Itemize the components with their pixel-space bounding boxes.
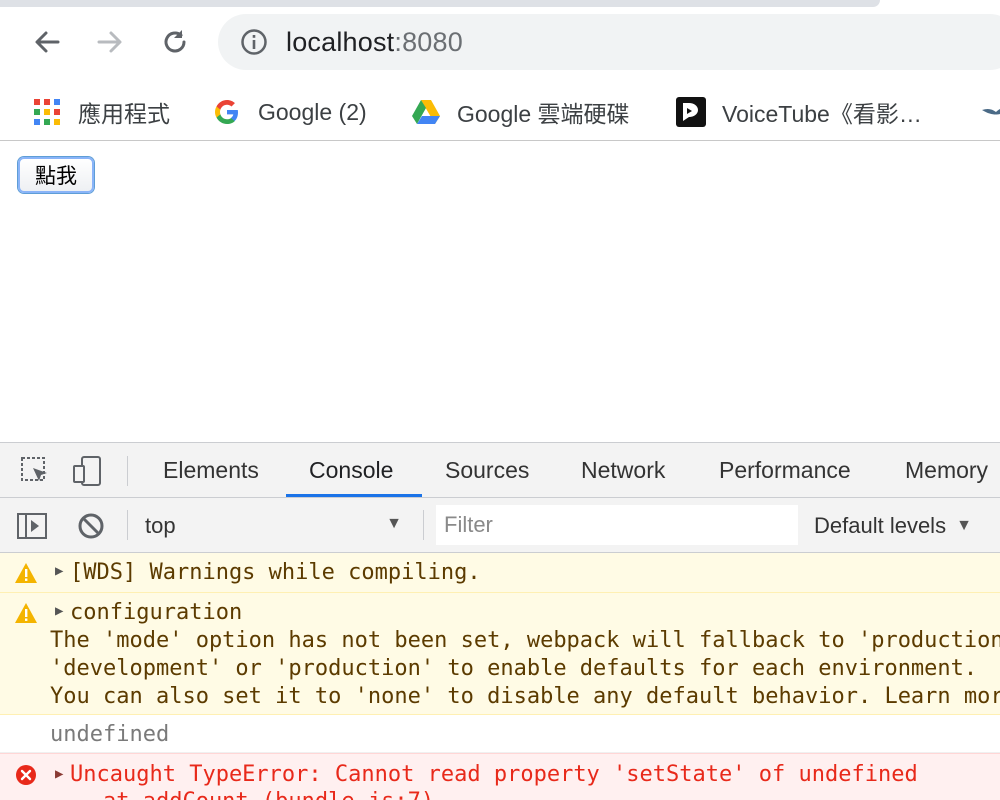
console-result: undefined [0, 715, 1000, 753]
toolbar-divider [423, 510, 424, 540]
dropdown-arrow-icon: ▼ [386, 515, 402, 532]
apps-grid-icon [32, 97, 62, 127]
expand-arrow-icon[interactable]: ▶ [55, 563, 63, 579]
warning-detail-line: The 'mode' option has not been set, webp… [50, 628, 1000, 653]
warning-text: [WDS] Warnings while compiling. [70, 560, 481, 585]
warning-icon [15, 603, 37, 623]
url-host: localhost [286, 26, 395, 57]
expand-arrow-icon[interactable]: ▶ [55, 766, 63, 782]
inspect-element-icon[interactable] [19, 455, 51, 487]
reload-icon [164, 30, 186, 53]
result-text: undefined [50, 722, 170, 747]
back-button[interactable] [27, 22, 67, 62]
bookmark-overflow[interactable] [980, 92, 1000, 132]
tab-memory[interactable]: Memory [905, 443, 988, 498]
bookmark-label: Google (2) [258, 98, 367, 125]
address-bar[interactable]: localhost:8080 [218, 14, 1000, 70]
console-messages: ▶ [WDS] Warnings while compiling. ▶ conf… [0, 553, 1000, 800]
tab-performance[interactable]: Performance [719, 443, 851, 498]
dropdown-arrow-icon: ▼ [956, 516, 972, 534]
url-port: :8080 [394, 26, 463, 57]
warning-detail-line: 'development' or 'production' to enable … [50, 656, 978, 681]
error-stack-line: at addCount (bundle.js:7) [50, 788, 434, 800]
back-arrow-icon [35, 31, 60, 53]
log-levels-dropdown[interactable]: Default levels ▼ [814, 498, 972, 553]
forward-button[interactable] [90, 22, 130, 62]
console-warning[interactable]: ▶ [WDS] Warnings while compiling. [0, 553, 1000, 593]
console-warning[interactable]: ▶ configuration The 'mode' option has no… [0, 593, 1000, 715]
google-drive-icon [411, 97, 441, 127]
error-icon [16, 765, 36, 785]
error-text: Uncaught TypeError: Cannot read property… [70, 762, 918, 787]
forward-arrow-icon [97, 31, 122, 53]
clear-console-icon[interactable] [75, 510, 107, 542]
click-me-button[interactable]: 點我 [18, 157, 94, 193]
browser-window: localhost:8080 應用程式 Google (2) Google 雲端… [0, 0, 1000, 800]
context-value: top [145, 512, 176, 538]
page-viewport: 點我 [0, 142, 1000, 442]
device-toolbar-icon[interactable] [72, 455, 104, 487]
browser-toolbar: localhost:8080 [0, 0, 1000, 84]
expand-arrow-icon[interactable]: ▶ [55, 603, 63, 619]
tab-sources[interactable]: Sources [445, 443, 529, 498]
warning-title: configuration [70, 600, 243, 625]
info-icon[interactable] [240, 28, 268, 56]
tab-console[interactable]: Console [309, 443, 393, 498]
tab-network[interactable]: Network [581, 443, 665, 498]
console-toolbar: top ▼ Default levels ▼ [0, 498, 1000, 553]
warning-detail-line: You can also set it to 'none' to disable… [50, 684, 1000, 709]
filter-input[interactable] [436, 505, 798, 545]
bookmark-voicetube[interactable]: VoiceTube《看影… [676, 92, 922, 132]
sidebar-toggle-icon[interactable] [16, 510, 48, 542]
bookmark-label: Google 雲端硬碟 [457, 101, 630, 127]
toolbar-divider [127, 510, 128, 540]
devtools-tabbar: Elements Console Sources Network Perform… [0, 443, 1000, 498]
google-icon [212, 97, 242, 127]
bookmark-google-drive[interactable]: Google 雲端硬碟 [411, 92, 630, 132]
bookmark-apps[interactable]: 應用程式 [32, 92, 170, 132]
url-text: localhost:8080 [286, 27, 463, 58]
console-error[interactable]: ▶ Uncaught TypeError: Cannot read proper… [0, 753, 1000, 800]
voicetube-icon [676, 97, 706, 127]
bookmarks-bar: 應用程式 Google (2) Google 雲端硬碟 VoiceTube《看影… [0, 84, 1000, 141]
tab-strip-edge [0, 0, 880, 7]
bird-icon [980, 97, 1000, 127]
warning-icon [15, 563, 37, 583]
tab-elements[interactable]: Elements [163, 443, 259, 498]
active-tab-indicator [286, 494, 422, 497]
toolbar-divider [127, 456, 128, 486]
context-selector[interactable]: top ▼ [145, 498, 410, 553]
devtools-panel: Elements Console Sources Network Perform… [0, 442, 1000, 800]
log-levels-label: Default levels [814, 512, 947, 538]
reload-button[interactable] [155, 22, 195, 62]
bookmark-label: 應用程式 [78, 101, 170, 127]
bookmark-label: VoiceTube《看影… [722, 101, 922, 127]
bookmark-google[interactable]: Google (2) [212, 92, 367, 132]
